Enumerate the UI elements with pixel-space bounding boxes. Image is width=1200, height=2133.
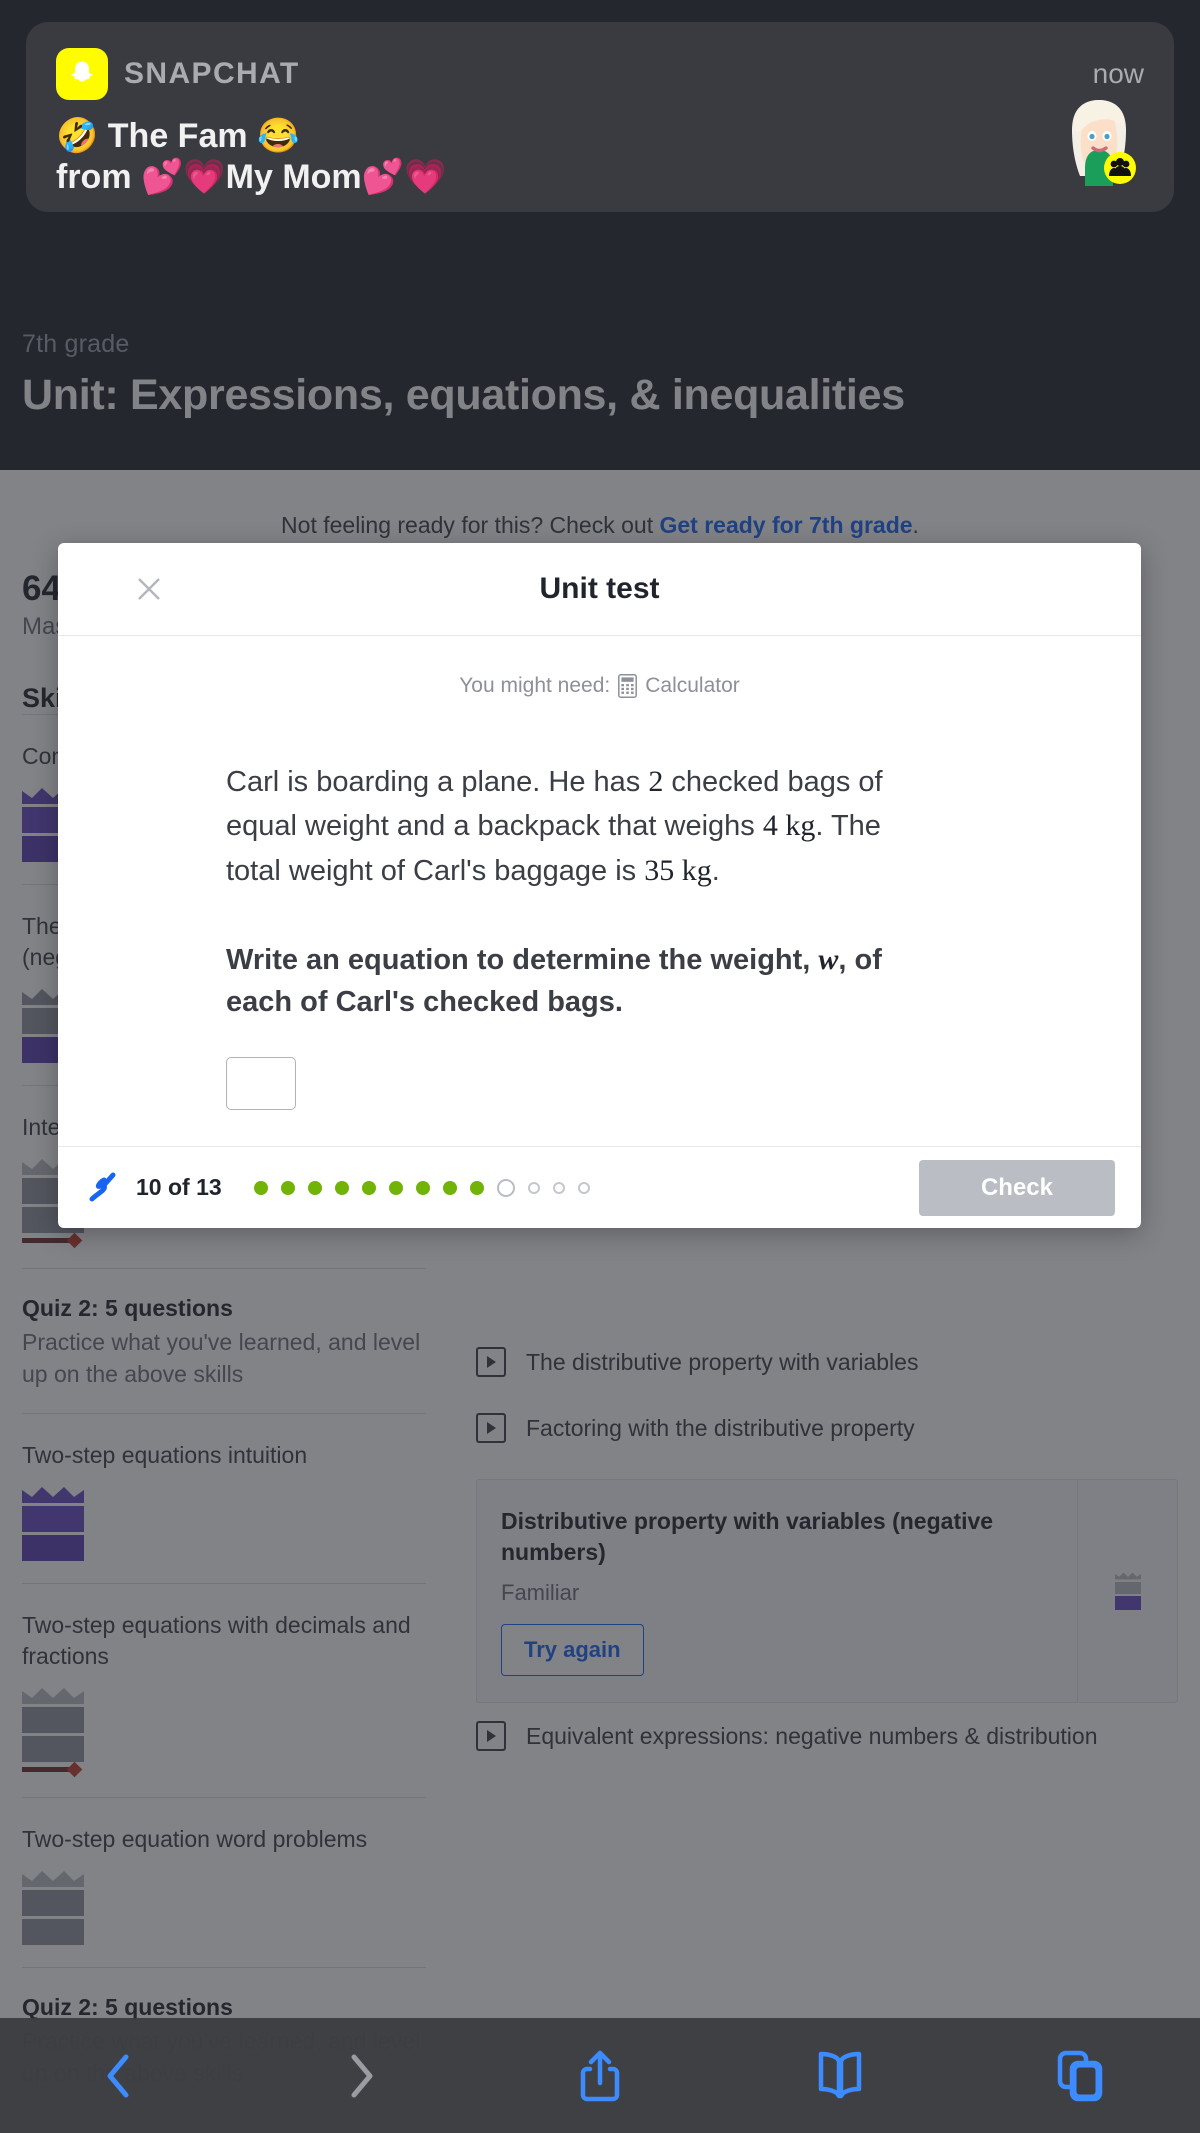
check-button[interactable]: Check	[919, 1159, 1115, 1216]
question-value-backpack: 4 kg	[762, 809, 816, 843]
progress-dot-done	[415, 1180, 430, 1195]
notification-message-line-2: from 💕💗My Mom💕💗	[56, 158, 447, 197]
notification-timestamp: now	[1092, 58, 1144, 89]
progress-dot-done	[469, 1180, 484, 1195]
answer-row-one	[226, 1056, 1141, 1110]
bookmarks-icon[interactable]	[720, 2050, 960, 2102]
progress-dot-done	[442, 1180, 457, 1195]
browser-toolbar	[0, 2018, 1200, 2133]
modal-footer: 10 of 13 Check	[58, 1146, 1141, 1228]
progress-dot-done	[334, 1180, 349, 1195]
progress-dot-done	[361, 1180, 376, 1195]
tool-hint-label[interactable]: Calculator	[645, 674, 740, 698]
progress-dot-done	[388, 1180, 403, 1195]
tool-hint-prefix: You might need:	[459, 674, 611, 697]
calculator-icon	[618, 674, 638, 698]
prompt-one-seg-1: Write an equation to determine the weigh…	[226, 944, 819, 977]
modal-body: You might need: Calculator Carl is board…	[58, 636, 1141, 1146]
forward-chevron-icon	[240, 2053, 480, 2099]
notification-message-line-1: 🤣 The Fam 😂	[56, 117, 300, 155]
question-seg-1: Carl is boarding a plane. He has	[226, 766, 649, 798]
progress-dot-todo	[552, 1181, 565, 1194]
snapchat-ghost-icon	[56, 48, 108, 100]
bitmoji-avatar-icon	[1060, 96, 1138, 186]
question-text: Carl is boarding a plane. He has 2 check…	[226, 760, 926, 893]
tabs-icon[interactable]	[960, 2049, 1200, 2103]
progress-dot-todo	[577, 1181, 590, 1194]
question-value-bags: 2	[648, 765, 664, 798]
question-seg-4: .	[711, 854, 720, 887]
prompt-one: Write an equation to determine the weigh…	[226, 939, 946, 1023]
back-chevron-icon[interactable]	[0, 2053, 240, 2099]
streak-bolt-icon	[86, 1171, 120, 1205]
progress-dot-done	[253, 1180, 268, 1195]
unit-test-modal: Unit test You might need: Calculator Car…	[58, 543, 1141, 1228]
progress-dot-current	[496, 1178, 515, 1197]
progress-dot-done	[307, 1180, 322, 1195]
notification-header: SNAPCHAT now	[56, 48, 1144, 100]
progress-dot-done	[280, 1180, 295, 1195]
progress-dots	[253, 1178, 590, 1197]
progress-dot-todo	[527, 1181, 540, 1194]
modal-title: Unit test	[539, 572, 660, 605]
snapchat-notification[interactable]: SNAPCHAT now 🤣 The Fam 😂 from 💕💗My Mom💕💗	[26, 22, 1174, 212]
progress-label: 10 of 13	[136, 1174, 222, 1200]
notification-app-name: SNAPCHAT	[124, 57, 300, 90]
tool-hint: You might need: Calculator	[58, 674, 1141, 698]
notification-message: 🤣 The Fam 😂 from 💕💗My Mom💕💗	[56, 116, 956, 199]
screen: 7th grade Unit: Expressions, equations, …	[0, 0, 1200, 2133]
question-value-total: 35 kg	[644, 853, 712, 887]
prompt-one-variable: w	[818, 943, 839, 977]
question-area: Carl is boarding a plane. He has 2 check…	[58, 698, 1141, 1146]
modal-header: Unit test	[58, 543, 1141, 636]
close-icon[interactable]	[132, 572, 166, 606]
share-icon[interactable]	[480, 2049, 720, 2103]
equation-answer-input[interactable]	[226, 1056, 296, 1110]
